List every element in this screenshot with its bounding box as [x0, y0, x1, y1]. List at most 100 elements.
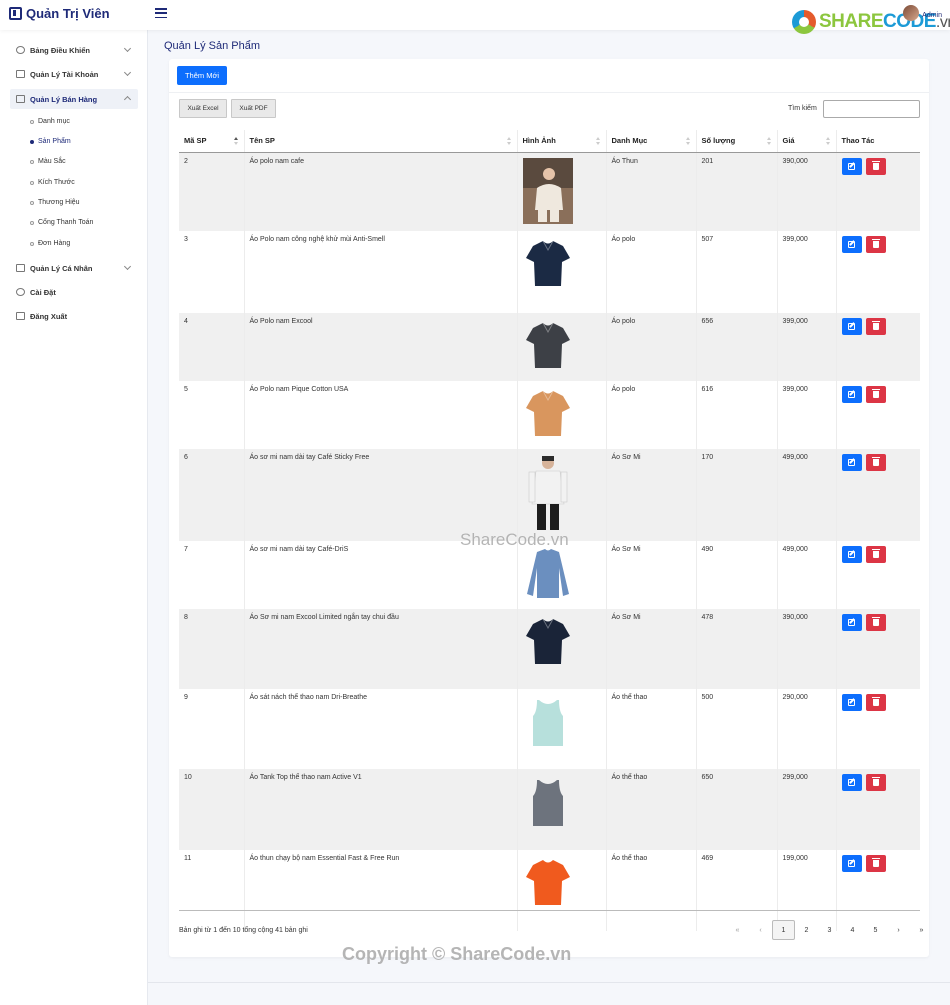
cell-price: 390,000 [776, 152, 836, 231]
brand[interactable]: Quản Trị Viên [9, 6, 110, 21]
edit-button[interactable] [841, 453, 862, 471]
trash-icon [871, 857, 880, 867]
cell-image [516, 849, 606, 931]
sidebar-item-sales[interactable]: Quản Lý Bán Hàng [10, 89, 138, 109]
edit-button[interactable] [841, 773, 862, 791]
page-3-button[interactable]: 3 [818, 920, 841, 940]
page-last-button[interactable]: » [910, 920, 933, 940]
page-first-button[interactable]: « [726, 920, 749, 940]
column-header-id[interactable]: Mã SP [179, 130, 244, 153]
cell-actions [835, 152, 920, 231]
product-image [523, 318, 573, 376]
page-title: Quản Lý Sản Phẩm [164, 40, 261, 52]
delete-button[interactable] [865, 854, 886, 872]
edit-button[interactable] [841, 157, 862, 175]
sidebar-subitem-categories[interactable]: Danh mục [30, 118, 70, 125]
page-2-button[interactable]: 2 [795, 920, 818, 940]
delete-button[interactable] [865, 453, 886, 471]
export-excel-button[interactable]: Xuất Excel [179, 99, 227, 118]
cell-quantity: 478 [695, 608, 777, 689]
delete-button[interactable] [865, 693, 886, 711]
sidebar-item-personal[interactable]: Quản Lý Cá Nhân [10, 258, 138, 278]
product-image [523, 386, 573, 444]
sidebar-subitem-brands[interactable]: Thương Hiệu [30, 199, 80, 206]
cell-id: 7 [179, 540, 244, 609]
cell-quantity: 170 [695, 448, 777, 541]
sidebar-item-settings[interactable]: Cài Đặt [10, 282, 138, 302]
cell-quantity: 500 [695, 688, 777, 769]
cell-actions [835, 768, 920, 850]
table-row: 4 Áo Polo nam Excool Áo polo 656 399,000 [179, 312, 920, 381]
page-1-button[interactable]: 1 [772, 920, 795, 940]
delete-button[interactable] [865, 385, 886, 403]
product-image [523, 236, 573, 294]
edit-button[interactable] [841, 854, 862, 872]
delete-button[interactable] [865, 613, 886, 631]
sidebar-subitem-colors[interactable]: Màu Sắc [30, 158, 66, 165]
edit-icon [848, 698, 855, 706]
cell-image [516, 152, 606, 231]
page-4-button[interactable]: 4 [841, 920, 864, 940]
cell-category: Áo Thun [605, 152, 696, 231]
page-5-button[interactable]: 5 [864, 920, 887, 940]
edit-button[interactable] [841, 613, 862, 631]
cell-category: Áo polo [605, 230, 696, 313]
edit-button[interactable] [841, 545, 862, 563]
cell-price: 299,000 [776, 768, 836, 850]
edit-button[interactable] [841, 317, 862, 335]
cell-category: Áo Sơ Mi [605, 608, 696, 689]
sort-icon [506, 137, 511, 145]
edit-icon [848, 162, 855, 170]
cell-actions [835, 448, 920, 541]
cell-image [516, 230, 606, 313]
user-menu[interactable]: Admin [903, 5, 942, 21]
accounts-icon [16, 70, 25, 78]
edit-button[interactable] [841, 235, 862, 253]
chevron-down-icon [123, 44, 132, 53]
user-name: Admin [922, 12, 942, 19]
sidebar-subitem-payment[interactable]: Cổng Thanh Toán [30, 219, 93, 226]
cell-name: Áo Polo nam Pique Cotton USA [243, 380, 517, 449]
edit-icon [848, 458, 855, 466]
search-label: Tìm kiếm [788, 105, 817, 112]
sidebar-subitem-label: Thương Hiệu [38, 199, 80, 206]
column-header-quantity[interactable]: Số lượng [695, 130, 777, 153]
page-next-button[interactable]: › [887, 920, 910, 940]
sidebar-subitem-orders[interactable]: Đơn Hàng [30, 240, 70, 247]
column-header-image[interactable]: Hình Ảnh [516, 130, 606, 153]
search-input[interactable] [823, 100, 920, 118]
add-product-button[interactable]: Thêm Mới [177, 66, 227, 85]
sidebar-item-accounts[interactable]: Quản Lý Tài Khoản [10, 64, 138, 84]
cell-actions [835, 688, 920, 769]
table-row: 9 Áo sát nách thể thao nam Dri-Breathe Áo … [179, 688, 920, 769]
sidebar-item-dashboard[interactable]: Bảng Điều Khiển [10, 40, 138, 60]
delete-button[interactable] [865, 773, 886, 791]
sidebar-item-logout[interactable]: Đăng Xuất [10, 306, 138, 326]
menu-toggle-icon[interactable] [155, 8, 167, 18]
column-header-name[interactable]: Tên SP [243, 130, 517, 153]
sidebar-subitem-products[interactable]: Sản Phẩm [30, 138, 71, 145]
cell-id: 5 [179, 380, 244, 449]
delete-button[interactable] [865, 545, 886, 563]
cell-name: Áo Sơ mi nam Excool Limited ngắn tay chu… [243, 608, 517, 689]
column-header-category[interactable]: Danh Mục [605, 130, 696, 153]
sidebar-item-label: Cài Đặt [30, 287, 56, 297]
sidebar-item-label: Bảng Điều Khiển [30, 45, 91, 55]
table-row: 10 Áo Tank Top thể thao nam Active V1 Áo t… [179, 768, 920, 850]
cell-id: 8 [179, 608, 244, 689]
sidebar-item-label: Đăng Xuất [30, 311, 68, 321]
column-header-price[interactable]: Giá [776, 130, 836, 153]
edit-button[interactable] [841, 385, 862, 403]
export-pdf-button[interactable]: Xuất PDF [231, 99, 276, 118]
edit-button[interactable] [841, 693, 862, 711]
sidebar-item-label: Quản Lý Cá Nhân [30, 263, 93, 273]
cell-image [516, 448, 606, 541]
cell-actions [835, 312, 920, 381]
delete-button[interactable] [865, 235, 886, 253]
logout-icon [16, 312, 25, 320]
delete-button[interactable] [865, 157, 886, 175]
cell-id: 3 [179, 230, 244, 313]
sidebar-subitem-sizes[interactable]: Kích Thước [30, 179, 75, 186]
page-prev-button[interactable]: ‹ [749, 920, 772, 940]
delete-button[interactable] [865, 317, 886, 335]
